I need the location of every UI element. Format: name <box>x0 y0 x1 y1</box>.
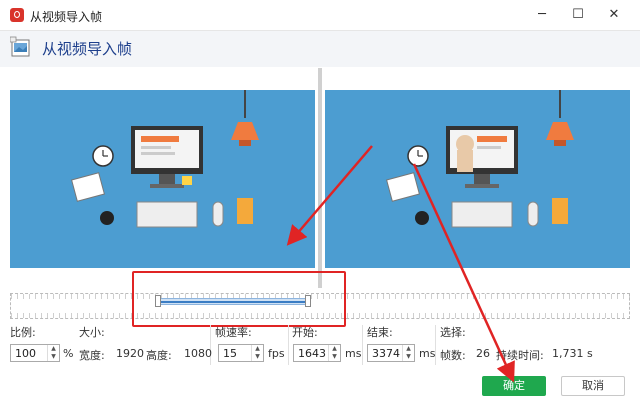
height-value: 1080 <box>184 347 212 360</box>
framerate-unit: fps <box>268 347 285 360</box>
stepper-arrows[interactable]: ▲ ▼ <box>402 345 414 361</box>
page-title: 从视频导入帧 <box>42 40 133 58</box>
stepper-arrows[interactable]: ▲ ▼ <box>251 345 263 361</box>
start-stepper[interactable]: 1643 ▲ ▼ <box>293 344 341 362</box>
chevron-up-icon[interactable]: ▲ <box>403 345 414 353</box>
scale-label: 比例: <box>10 326 36 339</box>
duration-label: 持续时间: <box>496 349 544 362</box>
chevron-up-icon[interactable]: ▲ <box>48 345 59 353</box>
maximize-icon[interactable]: ☐ <box>563 4 593 26</box>
end-label: 结束: <box>367 326 393 339</box>
framerate-value: 15 <box>223 347 237 360</box>
framerate-stepper[interactable]: 15 ▲ ▼ <box>218 344 264 362</box>
start-value: 1643 <box>298 347 326 360</box>
end-value: 3374 <box>372 347 400 360</box>
end-stepper[interactable]: 3374 ▲ ▼ <box>367 344 415 362</box>
frames-value: 26 <box>476 347 490 360</box>
divider <box>362 325 363 365</box>
chevron-down-icon[interactable]: ▼ <box>252 353 263 361</box>
end-frame-preview <box>325 90 630 268</box>
end-unit: ms <box>419 347 436 360</box>
start-frame-preview <box>10 90 315 268</box>
chevron-up-icon[interactable]: ▲ <box>329 345 340 353</box>
start-label: 开始: <box>292 326 318 339</box>
start-unit: ms <box>345 347 362 360</box>
chevron-down-icon[interactable]: ▼ <box>48 353 59 361</box>
stepper-arrows[interactable]: ▲ ▼ <box>328 345 340 361</box>
minimize-icon[interactable]: ─ <box>527 4 557 26</box>
size-label: 大小: <box>79 326 105 339</box>
film-frame-icon <box>10 36 30 57</box>
divider <box>288 325 289 365</box>
stepper-arrows[interactable]: ▲ ▼ <box>47 345 59 361</box>
ok-button[interactable]: 确定 <box>482 376 546 396</box>
scale-value: 100 <box>15 347 36 360</box>
preview-divider[interactable] <box>318 68 322 288</box>
title-bar: 从视频导入帧 ─ ☐ ✕ <box>0 0 640 31</box>
framerate-label: 帧速率: <box>215 326 252 339</box>
chevron-up-icon[interactable]: ▲ <box>252 345 263 353</box>
duration-value: 1,731 s <box>552 347 593 360</box>
annotation-highlight-box <box>132 271 346 327</box>
frames-label: 帧数: <box>440 349 466 362</box>
chevron-down-icon[interactable]: ▼ <box>329 353 340 361</box>
app-logo-icon <box>10 8 24 22</box>
scale-stepper[interactable]: 100 ▲ ▼ <box>10 344 60 362</box>
close-icon[interactable]: ✕ <box>599 4 629 26</box>
height-label: 高度: <box>146 349 172 362</box>
cancel-button[interactable]: 取消 <box>561 376 625 396</box>
width-value: 1920 <box>116 347 144 360</box>
selection-label: 选择: <box>440 326 466 339</box>
chevron-down-icon[interactable]: ▼ <box>403 353 414 361</box>
window-title: 从视频导入帧 <box>30 10 103 24</box>
width-label: 宽度: <box>79 349 105 362</box>
scale-unit: % <box>63 347 74 360</box>
